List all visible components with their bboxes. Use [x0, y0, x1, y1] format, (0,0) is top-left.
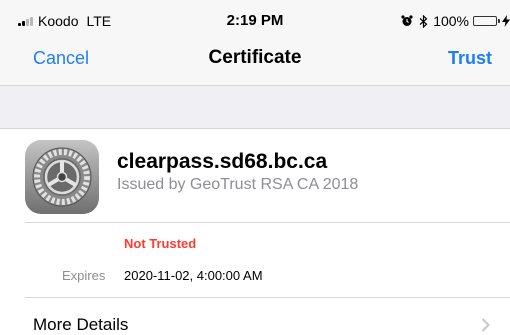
expires-label: Expires: [62, 268, 106, 283]
section-separator: [0, 86, 510, 129]
trust-status-label: Not Trusted: [124, 236, 197, 251]
alarm-clock-icon: [401, 15, 413, 26]
battery-percent: 100%: [433, 13, 469, 29]
expires-value: 2020-11-02, 4:00:00 AM: [124, 268, 263, 283]
status-bar: Koodo LTE 2:19 PM 100%: [0, 0, 510, 30]
settings-gear-icon: [25, 140, 99, 214]
charging-bolt-icon: [502, 15, 510, 27]
battery-icon: [473, 16, 500, 26]
navigation-bar: Cancel Certificate Trust: [0, 30, 510, 86]
divider: [25, 222, 510, 223]
chevron-right-icon: [481, 318, 490, 332]
more-details-label: More Details: [33, 315, 129, 334]
bluetooth-icon: [419, 14, 428, 28]
trust-button[interactable]: Trust: [448, 48, 492, 69]
certificate-issuer: Issued by GeoTrust RSA CA 2018: [117, 176, 359, 193]
status-indicators: 100%: [401, 13, 510, 29]
page-title: Certificate: [208, 47, 302, 68]
certificate-hostname: clearpass.sd68.bc.ca: [117, 150, 328, 173]
more-details-row[interactable]: More Details: [0, 298, 510, 334]
